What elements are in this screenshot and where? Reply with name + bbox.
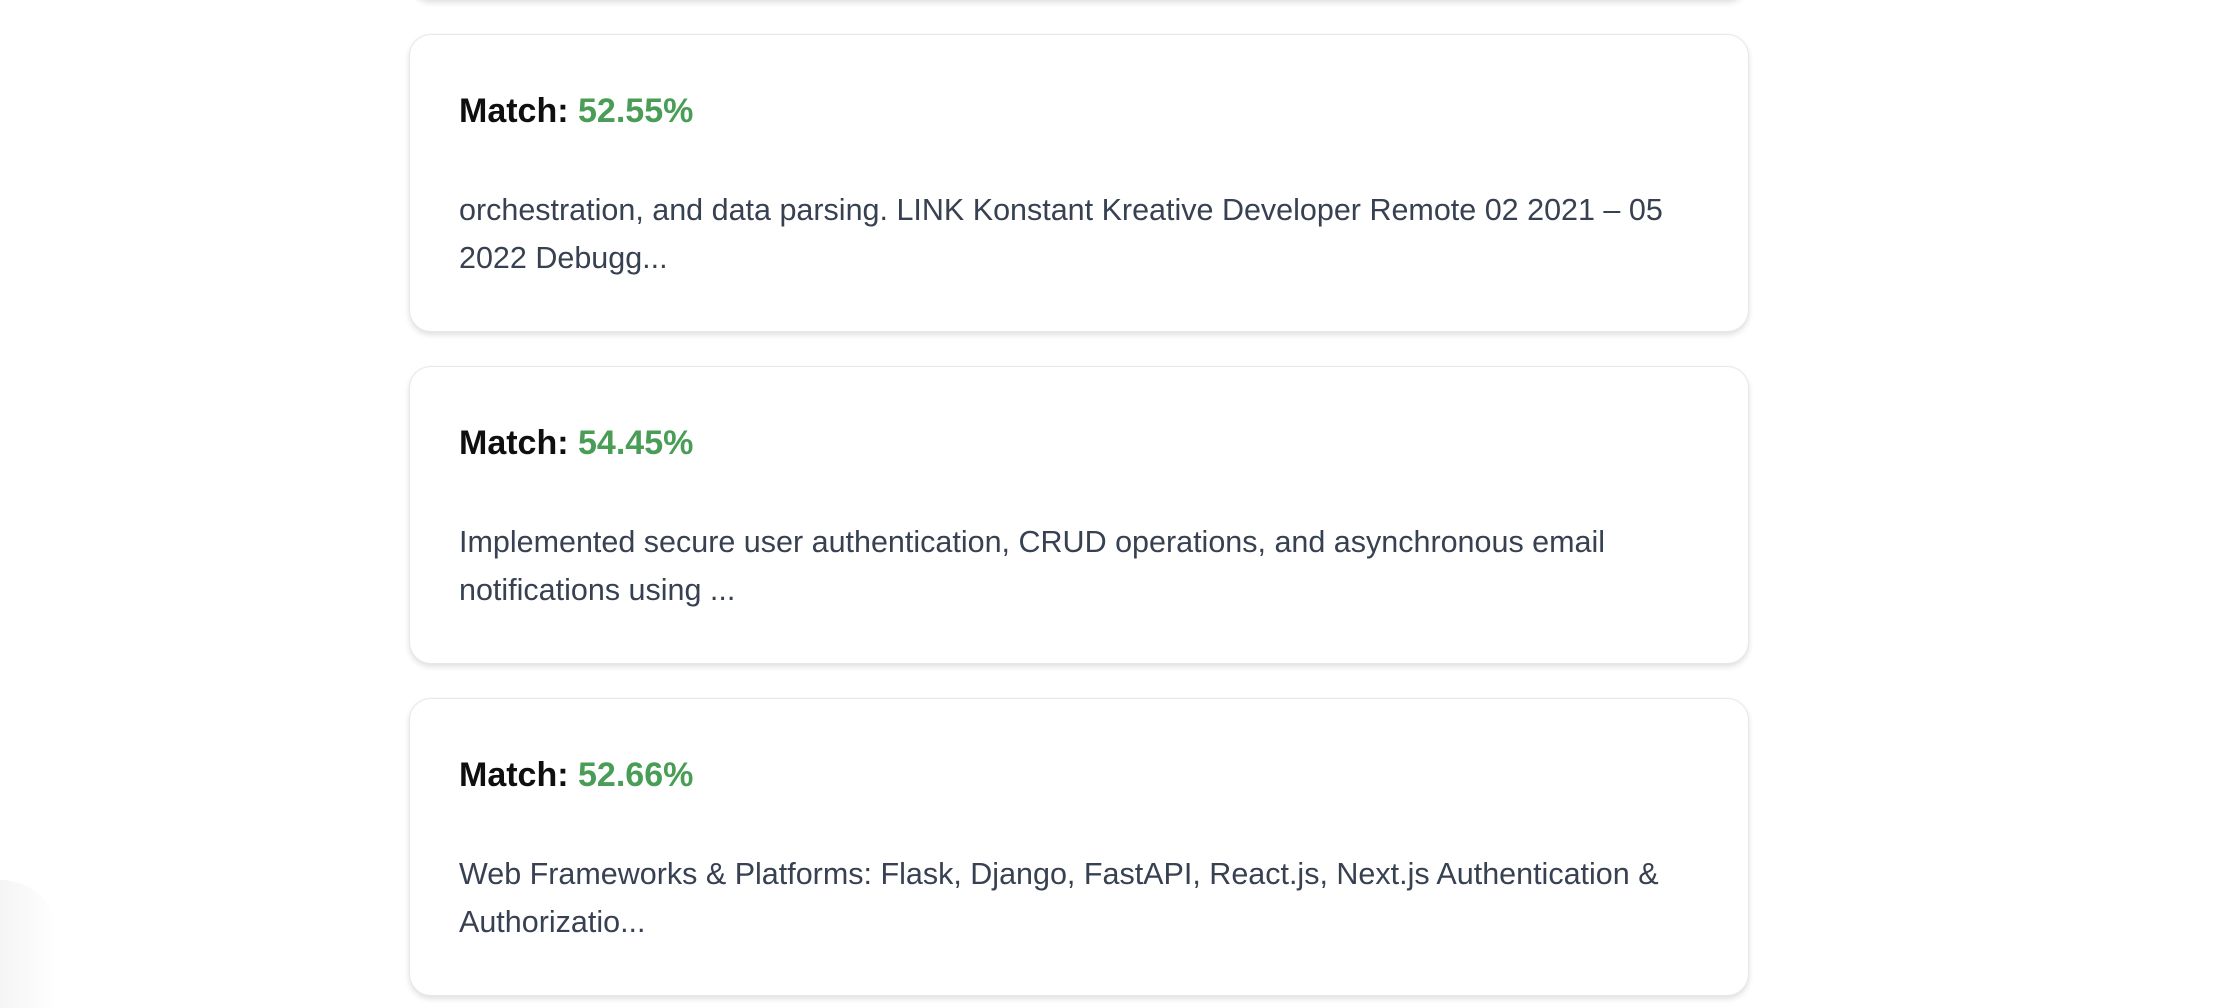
match-score: 54.45%: [578, 424, 694, 462]
result-snippet: Web Frameworks & Platforms: Flask, Djang…: [459, 857, 1659, 939]
result-card[interactable]: Match: 52.66% Web Frameworks & Platforms…: [409, 698, 1749, 996]
results-list: Match: 52.55% orchestration, and data pa…: [409, 0, 1749, 1008]
match-line: Match: 54.45%: [459, 421, 1699, 465]
match-line: Match: 52.55%: [459, 89, 1699, 133]
match-score: 52.66%: [578, 756, 694, 794]
match-label: Match:: [459, 424, 569, 462]
results-page: Match: 52.55% orchestration, and data pa…: [0, 0, 2230, 1008]
result-card[interactable]: Match: 54.45% Implemented secure user au…: [409, 366, 1749, 664]
result-snippet: orchestration, and data parsing. LINK Ko…: [459, 193, 1663, 275]
result-card[interactable]: Match: 52.55% orchestration, and data pa…: [409, 34, 1749, 332]
result-snippet: Implemented secure user authentication, …: [459, 525, 1606, 607]
left-edge-shadow: [0, 880, 60, 1008]
match-score: 52.55%: [578, 92, 694, 130]
match-label: Match:: [459, 756, 569, 794]
match-label: Match:: [459, 92, 569, 130]
match-line: Match: 52.66%: [459, 753, 1699, 797]
